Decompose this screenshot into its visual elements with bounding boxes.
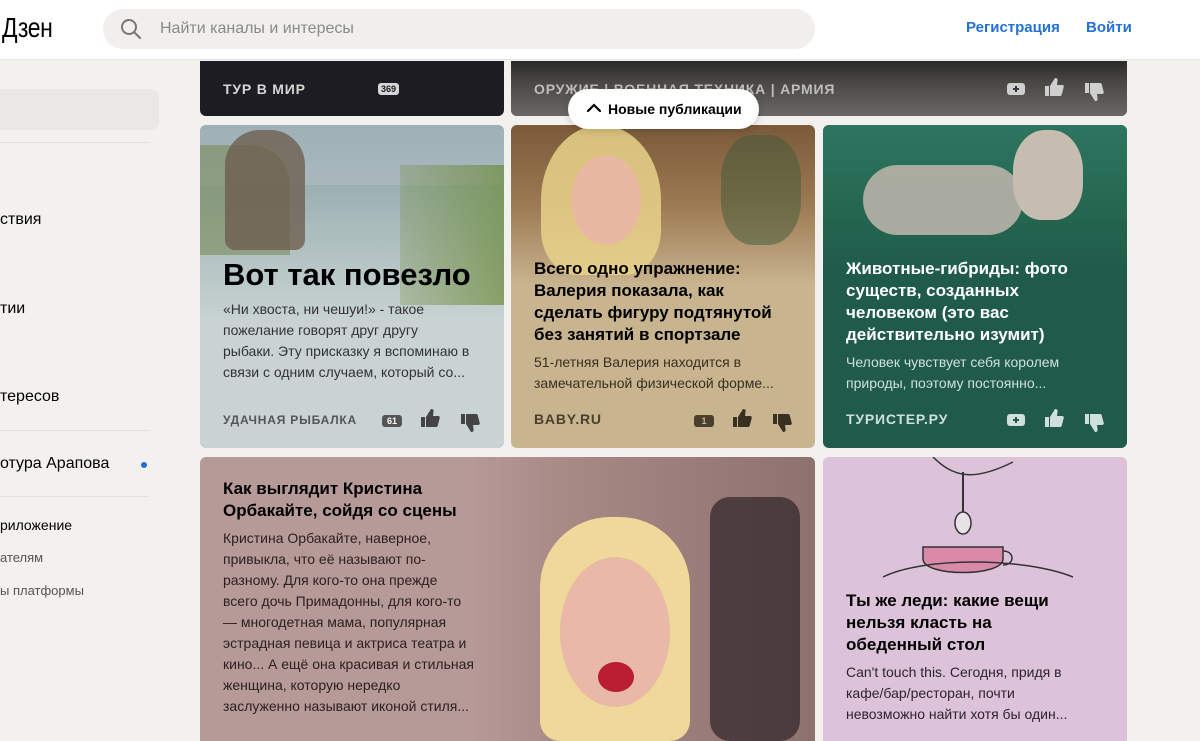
chevron-up-icon: [587, 103, 601, 113]
card-source[interactable]: ТУРИСТЕР.РУ: [846, 411, 948, 427]
logo[interactable]: Дзен: [2, 12, 53, 44]
comments-count: 369: [378, 83, 400, 95]
card-title[interactable]: Всего одно упражнение: Валерия показала,…: [534, 258, 772, 346]
comments-count: 1: [694, 415, 714, 427]
feed-card[interactable]: Вот так повезло «Ни хвоста, ни чешуи!» -…: [200, 125, 504, 448]
subscribe-icon[interactable]: [1005, 409, 1027, 431]
subscribe-icon[interactable]: [1005, 78, 1027, 100]
sidebar-divider: [0, 142, 149, 143]
new-publications-button[interactable]: Новые публикации: [568, 89, 759, 129]
sidebar-item-events[interactable]: ствия: [0, 211, 41, 229]
sidebar-item-interests[interactable]: тересов: [0, 388, 59, 406]
card-title[interactable]: Животные-гибриды: фото существ, созданны…: [846, 258, 1068, 346]
card-title[interactable]: Ты же леди: какие вещи нельзя класть на …: [846, 590, 1049, 656]
card-description: 51-летняя Валерия находится в замечатель…: [534, 354, 774, 391]
sidebar-item-channel[interactable]: отура Арапова: [0, 455, 109, 473]
unread-dot: [141, 462, 147, 468]
card-description: Кристина Орбакайте, наверное, привыкла, …: [223, 530, 474, 714]
like-icon[interactable]: [1043, 76, 1065, 98]
card-source[interactable]: BABY.RU: [534, 411, 602, 427]
card-image: [470, 457, 815, 741]
card-description: Человек чувствует себя королем природы, …: [846, 354, 1060, 391]
sidebar-active-item[interactable]: [0, 89, 159, 130]
card-image: [823, 125, 1127, 275]
feed-card[interactable]: Ты же леди: какие вещи нельзя класть на …: [823, 457, 1127, 741]
header: Дзен Регистрация Войти: [0, 0, 1200, 60]
sidebar-divider: [0, 496, 149, 497]
dislike-icon[interactable]: [1083, 81, 1105, 103]
dislike-icon[interactable]: [459, 412, 481, 434]
dislike-icon[interactable]: [1083, 412, 1105, 434]
feed-card[interactable]: ТУР В МИР 369: [200, 61, 504, 116]
search-icon: [121, 19, 141, 39]
card-source[interactable]: УДАЧНАЯ РЫБАЛКА: [223, 413, 357, 427]
sidebar-footer-rules[interactable]: ы платформы: [0, 583, 84, 598]
sidebar: ствия тии тересов отура Арапова риложени…: [0, 61, 190, 741]
card-title[interactable]: Как выглядит Кристина Орбакайте, сойдя с…: [223, 478, 457, 522]
new-publications-label: Новые публикации: [608, 101, 742, 117]
sidebar-footer-authors[interactable]: ателям: [0, 550, 43, 565]
search-bar[interactable]: [103, 9, 815, 49]
like-icon[interactable]: [1043, 407, 1065, 429]
comments-count: 61: [382, 415, 402, 427]
card-title[interactable]: Вот так повезло: [223, 257, 471, 293]
login-link[interactable]: Войти: [1086, 19, 1132, 36]
like-icon[interactable]: [419, 407, 441, 429]
feed-card[interactable]: Всего одно упражнение: Валерия показала,…: [511, 125, 815, 448]
card-image: [882, 457, 1074, 578]
search-input[interactable]: [160, 9, 780, 49]
card-description: Can't touch this. Сегодня, придя в кафе/…: [846, 664, 1068, 722]
card-description: «Ни хвоста, ни чешуи!» - такое пожелание…: [223, 301, 470, 380]
sidebar-divider: [0, 430, 149, 431]
register-link[interactable]: Регистрация: [966, 19, 1060, 36]
feed-card[interactable]: Как выглядит Кристина Орбакайте, сойдя с…: [200, 457, 815, 741]
card-image: [200, 125, 504, 325]
feed-card[interactable]: Животные-гибриды: фото существ, созданны…: [823, 125, 1127, 448]
like-icon[interactable]: [731, 407, 753, 429]
sidebar-footer-app[interactable]: риложение: [0, 517, 72, 533]
card-source[interactable]: ТУР В МИР: [223, 81, 306, 97]
sidebar-item-news[interactable]: тии: [0, 300, 25, 318]
dislike-icon[interactable]: [771, 412, 793, 434]
